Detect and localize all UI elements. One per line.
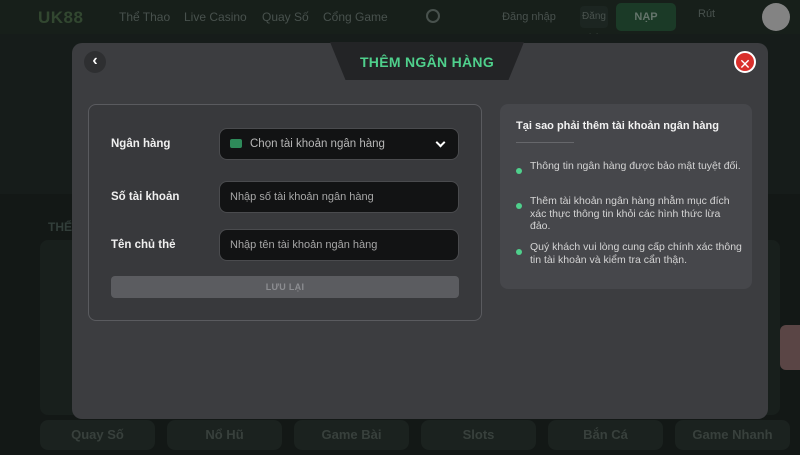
bullet-icon bbox=[516, 249, 522, 255]
close-icon: ✕ bbox=[739, 56, 751, 72]
info-panel: Tại sao phải thêm tài khoản ngân hàng Th… bbox=[500, 104, 752, 289]
bullet-icon bbox=[516, 203, 522, 209]
holder-name-input[interactable]: Nhập tên tài khoản ngân hàng bbox=[219, 229, 459, 261]
bank-select-value: Chọn tài khoản ngân hàng bbox=[250, 138, 385, 150]
bank-card-icon bbox=[230, 138, 242, 148]
info-item: Thông tin ngân hàng được bảo mật tuyệt đ… bbox=[516, 160, 742, 174]
save-button[interactable]: LƯU LẠI bbox=[111, 276, 459, 298]
info-item-text: Thêm tài khoản ngân hàng nhằm mục đích x… bbox=[530, 195, 730, 232]
info-title: Tại sao phải thêm tài khoản ngân hàng bbox=[516, 120, 719, 132]
close-button[interactable]: ✕ bbox=[734, 51, 756, 73]
divider bbox=[516, 142, 574, 143]
holder-name-label: Tên chủ thẻ bbox=[111, 239, 176, 251]
bank-label: Ngân hàng bbox=[111, 138, 171, 150]
bank-form: Ngân hàng Chọn tài khoản ngân hàng Số tà… bbox=[88, 104, 482, 321]
chevron-down-icon bbox=[435, 137, 446, 148]
back-button[interactable]: ‹ bbox=[84, 51, 106, 73]
chevron-left-icon: ‹ bbox=[92, 52, 98, 69]
modal-title: THÊM NGÂN HÀNG bbox=[359, 54, 495, 70]
account-number-label: Số tài khoản bbox=[111, 191, 180, 203]
info-item-text: Thông tin ngân hàng được bảo mật tuyệt đ… bbox=[530, 160, 741, 172]
add-bank-modal: THÊM NGÂN HÀNG ‹ ✕ Ngân hàng Chọn tài kh… bbox=[72, 42, 768, 419]
info-item-text: Quý khách vui lòng cung cấp chính xác th… bbox=[530, 241, 742, 266]
info-item: Quý khách vui lòng cung cấp chính xác th… bbox=[516, 241, 742, 266]
account-number-input[interactable]: Nhập số tài khoản ngân hàng bbox=[219, 181, 459, 213]
bullet-icon bbox=[516, 168, 522, 174]
bank-select[interactable]: Chọn tài khoản ngân hàng bbox=[219, 128, 459, 160]
info-item: Thêm tài khoản ngân hàng nhằm mục đích x… bbox=[516, 195, 742, 233]
